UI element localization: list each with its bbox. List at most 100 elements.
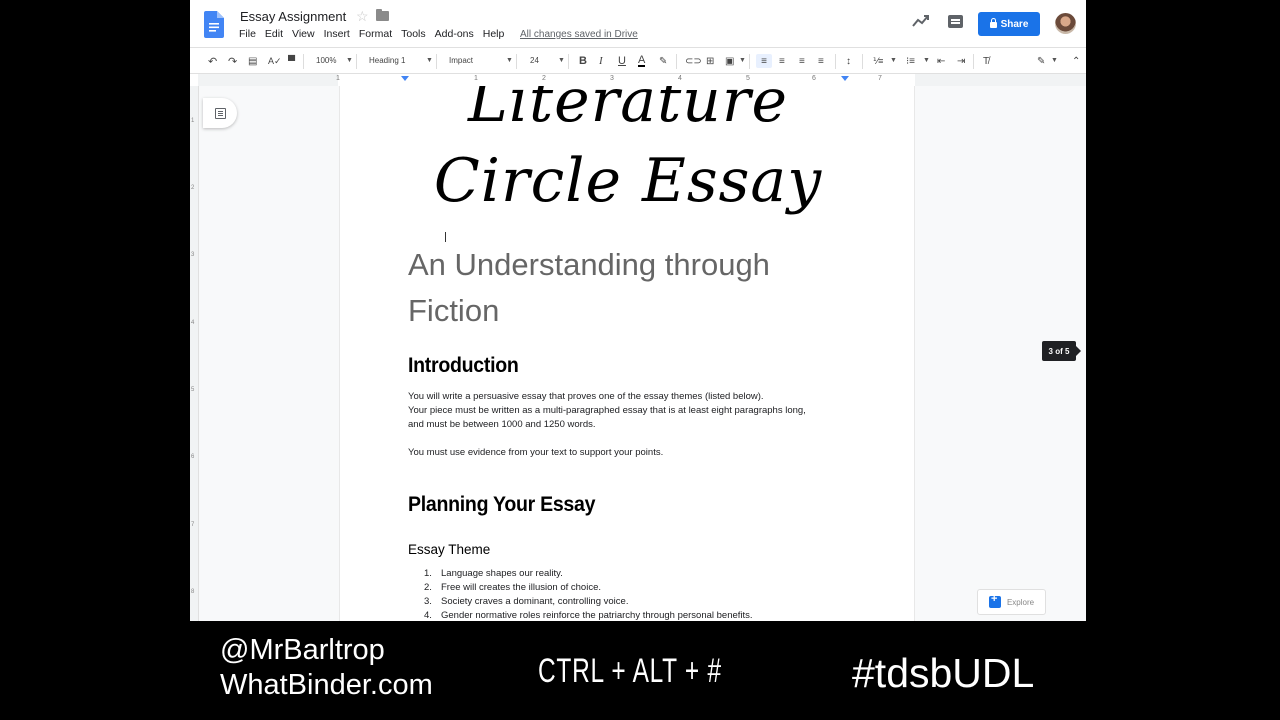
print-icon[interactable]: ▤ (248, 54, 257, 68)
line-spacing-icon[interactable]: ↕ (846, 54, 851, 68)
list-number: 1. (424, 568, 432, 579)
docs-logo-icon[interactable] (204, 11, 224, 38)
clear-formatting-icon[interactable]: T̸ (983, 54, 989, 68)
document-page[interactable]: Literature Circle Essay An Understanding… (339, 86, 915, 621)
paragraph-line: Your piece must be written as a multi-pa… (408, 405, 806, 416)
decrease-indent-icon[interactable]: ⇤ (937, 54, 945, 68)
star-icon[interactable]: ☆ (356, 8, 369, 25)
heading-essay-theme[interactable]: Essay Theme (408, 542, 490, 557)
list-item[interactable]: 1. Language shapes our reality. (424, 567, 753, 581)
horizontal-ruler[interactable]: 1 1 2 3 4 5 6 7 (198, 74, 1086, 86)
doc-heading-title[interactable]: Circle Essay (340, 146, 916, 216)
align-right-icon[interactable]: ≡ (799, 54, 805, 68)
redo-icon[interactable]: ↷ (228, 54, 237, 68)
font-select[interactable]: Impact (449, 56, 473, 65)
document-outline-button[interactable] (203, 98, 237, 128)
themes-list: 1. Language shapes our reality. 2. Free wi… (424, 567, 753, 621)
font-size-select[interactable]: 24 (530, 56, 539, 65)
ruler-number: 7 (878, 75, 882, 82)
align-left-icon[interactable]: ≡ (756, 54, 772, 68)
list-item[interactable]: 3. Society craves a dominant, controlling… (424, 595, 753, 609)
underline-icon[interactable]: U (618, 54, 626, 68)
menu-view[interactable]: View (292, 28, 315, 40)
toolbar-divider (835, 54, 836, 69)
caption-shortcut: CTRL + ALT + # (538, 652, 722, 690)
toolbar-divider (676, 54, 677, 69)
bulleted-list-icon[interactable]: ⁝≡ (906, 54, 915, 68)
intro-paragraph[interactable]: You will write a persuasive essay that p… (408, 390, 858, 432)
evidence-paragraph[interactable]: You must use evidence from your text to … (408, 446, 858, 460)
mouse-cursor (445, 232, 446, 242)
editing-mode-icon[interactable]: ✎ (1037, 54, 1045, 68)
ruler-number: 4 (678, 75, 682, 82)
bold-icon[interactable]: B (579, 54, 587, 68)
document-title[interactable]: Essay Assignment (240, 9, 346, 24)
list-item-text: Gender normative roles reinforce the pat… (441, 610, 753, 621)
comment-add-icon[interactable]: ⊞ (706, 54, 714, 68)
toolbar-divider (749, 54, 750, 69)
title-bar: Essay Assignment ☆ File Edit View Insert… (190, 0, 1086, 47)
link-icon[interactable]: ⊂⊃ (685, 54, 702, 68)
save-status-link[interactable]: All changes saved in Drive (520, 29, 638, 40)
toolbar-divider (568, 54, 569, 69)
image-icon[interactable]: ▣ (725, 54, 734, 68)
ruler-number: 3 (610, 75, 614, 82)
heading-planning[interactable]: Planning Your Essay (408, 493, 595, 517)
justify-icon[interactable]: ≡ (818, 54, 824, 68)
toolbar-divider (303, 54, 304, 69)
increase-indent-icon[interactable]: ⇥ (957, 54, 965, 68)
heading-introduction[interactable]: Introduction (408, 354, 519, 378)
doc-subtitle[interactable]: An Understanding through Fiction (408, 242, 868, 334)
paint-format-icon[interactable]: ▀ (288, 54, 295, 68)
align-center-icon[interactable]: ≡ (779, 54, 785, 68)
ruler-number: 2 (542, 75, 546, 82)
menu-format[interactable]: Format (359, 28, 392, 40)
italic-icon[interactable]: I (599, 54, 603, 68)
toolbar: ↶ ↷ ▤ A✓ ▀ 100% ▼ Heading 1 ▼ Impact ▼ 2… (190, 47, 1086, 74)
share-label: Share (1000, 18, 1029, 30)
doc-heading-title[interactable]: Literature (340, 86, 916, 136)
ruler-number: 5 (746, 75, 750, 82)
menu-help[interactable]: Help (483, 28, 505, 40)
document-canvas[interactable]: 1 2 3 4 5 6 7 8 Literature Circle Essay … (190, 86, 1086, 621)
comment-history-icon[interactable] (948, 15, 963, 28)
highlight-icon[interactable]: ✎ (659, 54, 667, 68)
list-number: 4. (424, 610, 432, 621)
folder-icon[interactable] (376, 9, 389, 21)
numbered-list-icon[interactable]: ⅟≡ (873, 54, 883, 68)
undo-icon[interactable]: ↶ (208, 54, 217, 68)
toolbar-divider (436, 54, 437, 69)
activity-dashboard-icon[interactable] (912, 14, 930, 28)
avatar[interactable] (1055, 13, 1076, 34)
ruler-number: 3 (191, 252, 195, 258)
paragraph-line: and must be between 1000 and 1250 words. (408, 419, 596, 430)
explore-button[interactable]: Explore (977, 589, 1046, 615)
chevron-down-icon: ▼ (558, 57, 565, 64)
list-item[interactable]: 2. Free will creates the illusion of choi… (424, 581, 753, 595)
toolbar-divider (356, 54, 357, 69)
text-color-icon[interactable]: A (638, 54, 646, 67)
collapse-icon[interactable]: ⌃ (1072, 54, 1080, 68)
list-number: 3. (424, 596, 432, 607)
paragraph-line: You will write a persuasive essay that p… (408, 391, 764, 402)
list-number: 2. (424, 582, 432, 593)
chevron-down-icon: ▼ (506, 57, 513, 64)
menu-insert[interactable]: Insert (324, 28, 350, 40)
menu-addons[interactable]: Add-ons (435, 28, 474, 40)
left-indent-marker[interactable] (401, 76, 409, 81)
list-item[interactable]: 4. Gender normative roles reinforce the p… (424, 609, 753, 621)
vertical-ruler[interactable]: 1 2 3 4 5 6 7 8 (190, 86, 199, 621)
right-indent-marker[interactable] (841, 76, 849, 81)
menu-file[interactable]: File (239, 28, 256, 40)
ruler-number: 6 (812, 75, 816, 82)
menu-edit[interactable]: Edit (265, 28, 283, 40)
chevron-down-icon: ▼ (739, 57, 746, 64)
explore-label: Explore (1006, 597, 1035, 607)
zoom-select[interactable]: 100% (316, 56, 336, 65)
paragraph-style-select[interactable]: Heading 1 (369, 56, 405, 65)
share-button[interactable]: Share (978, 12, 1040, 36)
caption-website: WhatBinder.com (220, 669, 433, 701)
spellcheck-icon[interactable]: A✓ (268, 54, 282, 68)
page-indicator-badge: 3 of 5 (1042, 341, 1081, 361)
menu-tools[interactable]: Tools (401, 28, 426, 40)
